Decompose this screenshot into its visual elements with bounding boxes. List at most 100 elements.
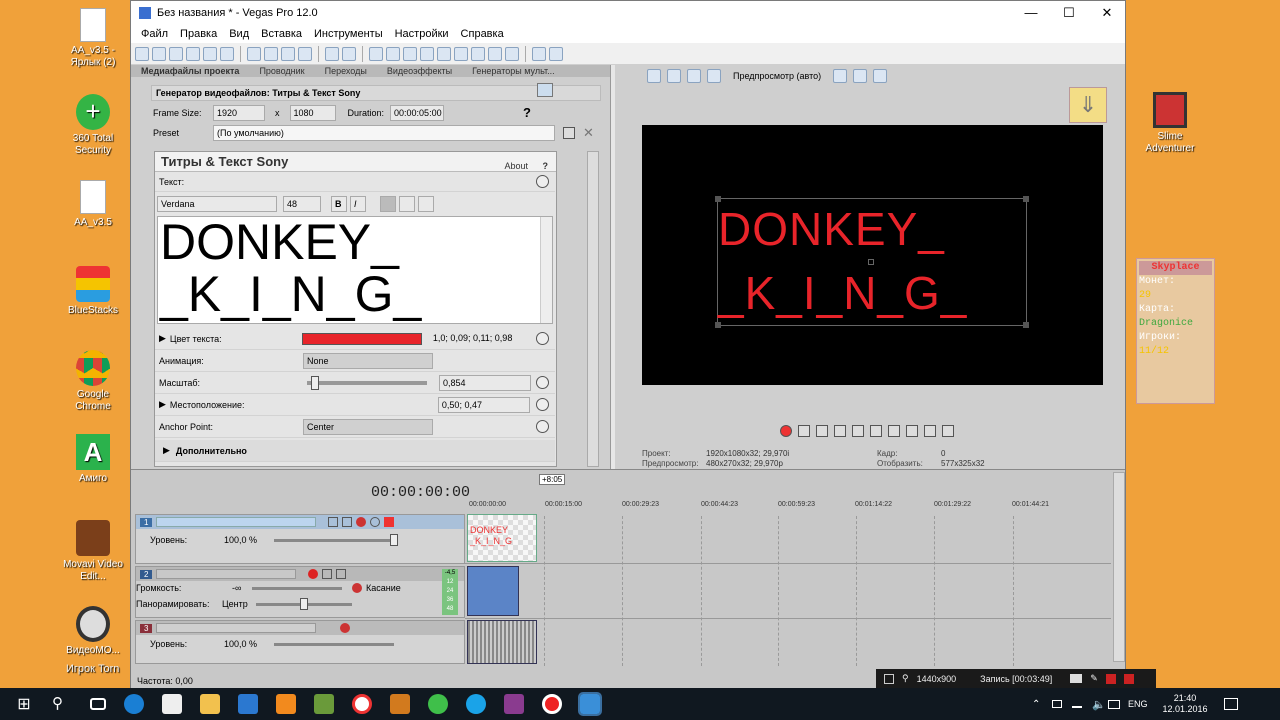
stop-button[interactable]: [870, 425, 882, 437]
level-slider[interactable]: [274, 533, 398, 546]
text-color-swatch[interactable]: [301, 332, 422, 345]
position-value[interactable]: 0,50; 0,47: [437, 396, 530, 413]
undo-icon[interactable]: [325, 46, 339, 61]
text-bounding-box[interactable]: DONKEY_ _K_I_N_G_: [715, 196, 1029, 328]
desktop-icon-videomo[interactable]: ВидеоМО...: [63, 606, 123, 657]
skype-icon[interactable]: [466, 694, 486, 714]
touch-mode-icon[interactable]: [352, 583, 362, 593]
italic-button[interactable]: I: [350, 196, 366, 212]
resize-handle[interactable]: [1023, 196, 1029, 202]
pan-slider-thumb[interactable]: [300, 597, 308, 610]
redo-icon[interactable]: [342, 46, 356, 61]
save-snapshot-icon[interactable]: [873, 69, 888, 83]
mute-icon[interactable]: [336, 569, 347, 579]
close-button[interactable]: ✕: [1089, 1, 1125, 25]
tab-explorer[interactable]: Проводник: [249, 65, 314, 77]
snapping-icon[interactable]: [437, 46, 451, 61]
search-icon[interactable]: ⚲: [52, 694, 72, 714]
previous-frame-button[interactable]: [924, 425, 936, 437]
audio-settings-icon[interactable]: [532, 46, 546, 61]
save-icon[interactable]: [169, 46, 183, 61]
anchor-dropdown[interactable]: Center: [303, 418, 433, 435]
media-player-icon[interactable]: [276, 694, 296, 714]
help-icon[interactable]: ?: [523, 105, 531, 120]
edge-icon[interactable]: [124, 694, 144, 714]
save-as-icon[interactable]: [186, 46, 200, 61]
track-fx-icon[interactable]: [328, 517, 339, 527]
desktop-icon-aa[interactable]: АА_v3.5: [63, 180, 123, 229]
selection-tool-icon[interactable]: [403, 46, 417, 61]
align-left-button[interactable]: [380, 196, 396, 212]
animate-color-icon[interactable]: [536, 332, 549, 345]
animate-text-icon[interactable]: [536, 175, 549, 188]
vegas-taskbar-icon[interactable]: [578, 692, 602, 716]
lock-envelopes-icon[interactable]: [471, 46, 485, 61]
zoom-icon[interactable]: [488, 46, 502, 61]
scale-slider[interactable]: [307, 375, 427, 390]
file-explorer-icon[interactable]: [200, 694, 220, 714]
compositing-gear-icon[interactable]: [356, 517, 367, 527]
tab-media-generators[interactable]: Генераторы мульт...: [462, 65, 565, 77]
tray-volume-icon[interactable]: 🔈: [1092, 698, 1106, 711]
minecraft-icon[interactable]: [314, 694, 334, 714]
go-to-start-button[interactable]: [888, 425, 900, 437]
track-name-field[interactable]: [156, 517, 317, 527]
pause-record-icon[interactable]: [1105, 673, 1116, 684]
text-event-clip[interactable]: DONKEY _K_I_N_G: [467, 514, 537, 562]
desktop-icon-amigo[interactable]: A Амиго: [63, 434, 123, 485]
properties-icon[interactable]: [220, 46, 234, 61]
animate-position-icon[interactable]: [536, 398, 549, 411]
frame-height-field[interactable]: 1080: [289, 105, 336, 121]
desktop-icon-movavi[interactable]: Movavi Video Edit...: [63, 520, 123, 583]
next-frame-button[interactable]: [942, 425, 954, 437]
video-preview[interactable]: DONKEY_ _K_I_N_G_: [642, 125, 1103, 385]
frame-width-field[interactable]: 1920: [213, 105, 265, 121]
text-color-value[interactable]: 1,0; 0,09; 0,11; 0,98: [430, 331, 522, 347]
cut-icon[interactable]: [247, 46, 261, 61]
desktop-icon-chrome[interactable]: Google Chrome: [63, 350, 123, 413]
play-from-start-button[interactable]: [816, 425, 828, 437]
compositing-gear-icon[interactable]: [340, 623, 351, 633]
auto-ripple-icon[interactable]: [420, 46, 434, 61]
start-button-icon[interactable]: ⊞: [14, 694, 34, 714]
download-arrow-icon[interactable]: ⇓: [1069, 87, 1107, 123]
paste-icon[interactable]: [281, 46, 295, 61]
track-name-field[interactable]: [156, 623, 317, 633]
plugin-scrollbar[interactable]: [587, 151, 599, 467]
desktop-icon-bluestacks[interactable]: BlueStacks: [63, 266, 123, 317]
tray-message-icon[interactable]: [1108, 699, 1120, 709]
save-preset-icon[interactable]: [563, 127, 575, 139]
language-indicator[interactable]: ENG: [1128, 699, 1148, 709]
desktop-icon-slime-adventurer[interactable]: Slime Adventurer: [1140, 92, 1200, 155]
preview-mode-dropdown[interactable]: Предпросмотр (авто): [727, 71, 827, 81]
resize-handle[interactable]: [715, 322, 721, 328]
track-name-field[interactable]: [156, 569, 297, 579]
normal-edit-tool-icon[interactable]: [369, 46, 383, 61]
envelope-tool-icon[interactable]: [386, 46, 400, 61]
store-icon[interactable]: [162, 694, 182, 714]
animation-dropdown[interactable]: None: [303, 352, 433, 369]
mute-icon[interactable]: [370, 517, 381, 527]
maximize-button[interactable]: ☐: [1051, 1, 1087, 25]
level-slider-thumb[interactable]: [390, 533, 398, 546]
record-button[interactable]: [780, 425, 792, 437]
whatsapp-icon[interactable]: [428, 694, 448, 714]
new-icon[interactable]: [135, 46, 149, 61]
solo-icon[interactable]: [384, 517, 395, 527]
overlays-icon[interactable]: [707, 69, 721, 83]
loop-button[interactable]: [798, 425, 810, 437]
arm-record-icon[interactable]: [308, 569, 319, 579]
go-to-end-button[interactable]: [906, 425, 918, 437]
resize-handle[interactable]: [1023, 322, 1029, 328]
animate-anchor-icon[interactable]: [536, 420, 549, 433]
tab-transitions[interactable]: Переходы: [315, 65, 377, 77]
pencil-icon[interactable]: ✎: [1090, 673, 1098, 684]
preset-dropdown[interactable]: (По умолчанию): [213, 125, 555, 141]
outlook-icon[interactable]: [238, 694, 258, 714]
desktop-icon-aa-shortcut[interactable]: АА_v3.5 - Ярлык (2): [63, 8, 123, 69]
recorder-window-icon[interactable]: [884, 673, 894, 684]
delete-icon[interactable]: [298, 46, 312, 61]
track-3-header[interactable]: 3 Уровень: 100,0 %: [135, 620, 465, 664]
align-right-button[interactable]: [418, 196, 434, 212]
scale-value[interactable]: 0,854: [439, 374, 531, 391]
